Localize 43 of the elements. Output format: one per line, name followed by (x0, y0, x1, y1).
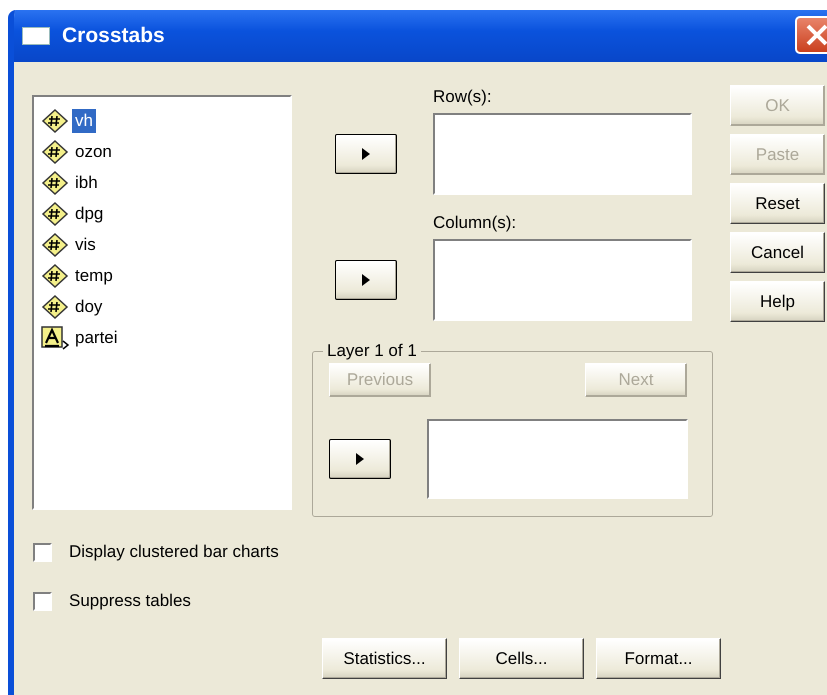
numeric-variable-icon (40, 108, 70, 134)
variable-item[interactable]: vh (72, 108, 96, 132)
numeric-variable-icon (40, 138, 70, 164)
rows-label: Row(s): (433, 87, 492, 107)
variable-item[interactable]: partei (72, 326, 121, 350)
numeric-variable-icon (40, 262, 70, 288)
move-button[interactable] (335, 260, 397, 300)
dialog-button[interactable]: Reset (730, 183, 825, 224)
close-button[interactable] (795, 16, 827, 54)
variable-item[interactable]: dpg (72, 202, 106, 226)
move-button[interactable] (335, 134, 397, 174)
checkbox[interactable] (33, 542, 52, 562)
checkbox[interactable] (33, 592, 52, 610)
layer-title: Layer 1 of 1 (326, 341, 418, 361)
variable-item[interactable]: ozon (72, 140, 115, 164)
rows-list[interactable] (433, 113, 692, 195)
variable-item[interactable]: doy (72, 294, 106, 318)
window-icon (22, 27, 50, 45)
numeric-variable-icon (40, 170, 70, 196)
triangle-right-icon (356, 453, 364, 465)
move-button[interactable] (329, 439, 391, 479)
dialog-button[interactable]: Cells... (459, 638, 584, 679)
variable-list[interactable]: vh ozon ibh dpg vis temp doy partei (32, 95, 292, 510)
close-icon (805, 24, 827, 46)
variable-item[interactable]: ibh (72, 170, 101, 194)
dialog-button[interactable]: Help (730, 281, 825, 322)
dialog-button[interactable]: Cancel (730, 232, 825, 273)
triangle-right-icon (362, 274, 370, 286)
numeric-variable-icon (40, 294, 70, 320)
checkbox-label: Display clustered bar charts (69, 542, 279, 562)
string-variable-icon (40, 324, 70, 350)
variable-item[interactable]: vis (72, 232, 99, 256)
layer-list[interactable] (427, 419, 688, 499)
dialog-button[interactable]: Format... (596, 638, 721, 679)
columns-label: Column(s): (433, 213, 516, 233)
window-title: Crosstabs (62, 24, 165, 48)
columns-list[interactable] (433, 239, 692, 321)
checkbox-label: Suppress tables (69, 591, 191, 611)
numeric-variable-icon (40, 200, 70, 226)
variable-item[interactable]: temp (72, 264, 116, 288)
triangle-right-icon (362, 148, 370, 160)
dialog-button[interactable]: Statistics... (322, 638, 447, 679)
numeric-variable-icon (40, 232, 70, 258)
